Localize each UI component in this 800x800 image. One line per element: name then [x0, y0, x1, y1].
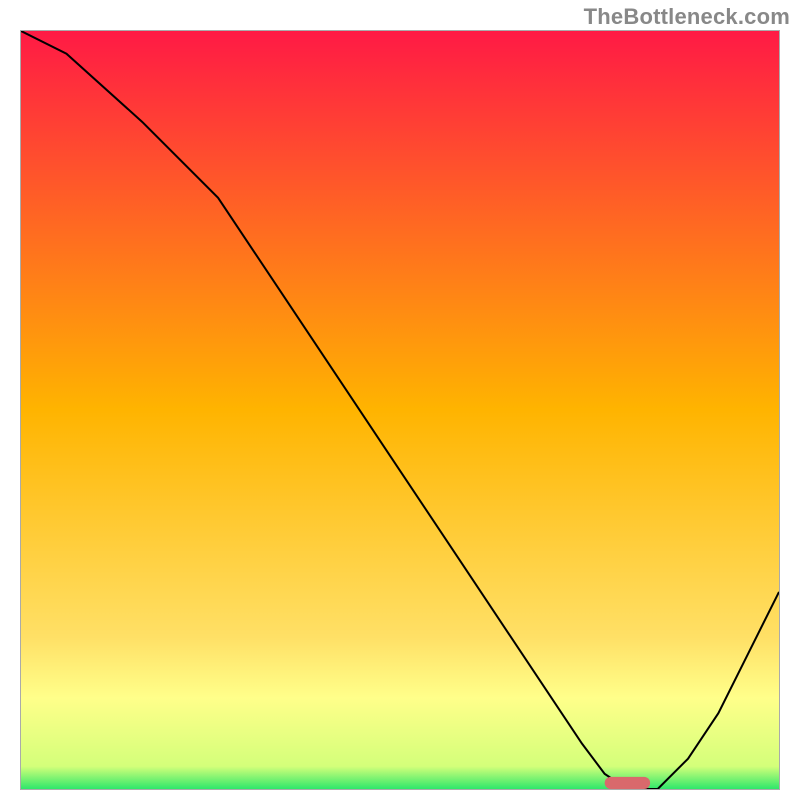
watermark: TheBottleneck.com — [584, 4, 790, 30]
plot-area — [20, 30, 780, 790]
chart-wrapper: TheBottleneck.com — [0, 0, 800, 800]
optimal-marker — [21, 31, 779, 789]
